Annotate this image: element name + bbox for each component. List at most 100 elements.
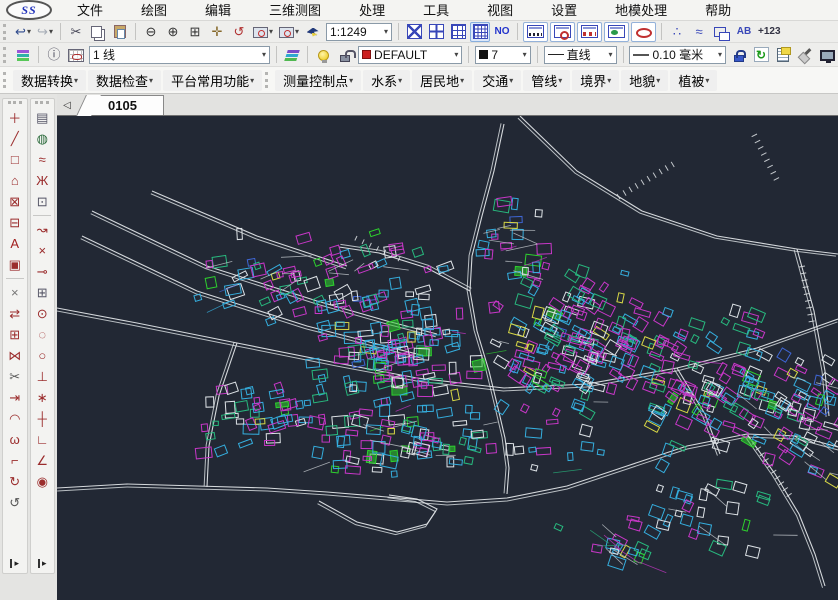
menu-terrain-model[interactable]: 地模处理 xyxy=(596,0,686,20)
category-data-check-button[interactable]: 数据检查▾ xyxy=(88,70,161,91)
tool-dimension-button[interactable]: ⊟ xyxy=(4,212,26,233)
tool-extend-button[interactable]: ⇥ xyxy=(4,387,26,408)
tool-draw-line-button[interactable]: ╱ xyxy=(4,128,26,149)
chevron-down-icon[interactable]: ▾ xyxy=(349,76,353,85)
no-toggle-button[interactable]: NO xyxy=(492,22,512,42)
pen-combo[interactable]: 7▾ xyxy=(475,46,530,64)
tool-edit-polyline-button[interactable]: ⊸ xyxy=(31,261,53,282)
chevron-down-icon[interactable]: ▾ xyxy=(381,27,388,36)
object-info-button[interactable]: ⓘ xyxy=(44,45,64,65)
tool-draw-arc-button[interactable]: ◠ xyxy=(4,408,26,429)
panel-ring-button[interactable] xyxy=(631,22,656,42)
panel-target-button[interactable] xyxy=(550,22,575,42)
menu-tools[interactable]: 工具 xyxy=(404,0,468,20)
chevron-down-icon[interactable]: ▾ xyxy=(656,76,660,85)
tool-copy-object-button[interactable]: ⊞ xyxy=(4,324,26,345)
tool-draw-point-button[interactable]: ＋ xyxy=(4,107,26,128)
category-data-conversion-button[interactable]: 数据转换▾ xyxy=(13,70,86,91)
layer-visibility-button[interactable] xyxy=(313,45,333,65)
regen-button[interactable]: ↻ xyxy=(751,45,771,65)
category-control-points-button[interactable]: 测量控制点▾ xyxy=(275,70,361,91)
orbit-button[interactable]: ↺ xyxy=(229,22,249,42)
cut-button[interactable]: ✂ xyxy=(66,22,86,42)
toolbar-overflow-button[interactable]: ▸ xyxy=(5,557,25,570)
toolbar-grip[interactable] xyxy=(3,72,8,88)
menu-process[interactable]: 处理 xyxy=(340,0,404,20)
tool-trim-button[interactable]: ✂ xyxy=(4,366,26,387)
scale-combo[interactable]: 1:1249▾ xyxy=(326,23,392,41)
view-previous-button[interactable]: ▾ xyxy=(251,22,275,42)
tool-mirror-button[interactable]: ⋈ xyxy=(4,345,26,366)
grid-coarse-button[interactable] xyxy=(448,22,468,42)
menu-edit[interactable]: 编辑 xyxy=(186,0,250,20)
chevron-down-icon[interactable]: ▾ xyxy=(520,50,527,59)
tool-coordinate-axis-button[interactable]: ∟ xyxy=(31,429,53,450)
copy-button[interactable] xyxy=(88,22,108,42)
chevron-down-icon[interactable]: ▾ xyxy=(398,76,402,85)
chevron-down-icon[interactable]: ▾ xyxy=(451,50,458,59)
redo-button[interactable]: ↪▾ xyxy=(35,22,55,42)
chevron-down-icon[interactable]: ▾ xyxy=(250,76,254,85)
chevron-down-icon[interactable]: ▾ xyxy=(259,50,266,59)
menu-view[interactable]: 视图 xyxy=(468,0,532,20)
tool-draw-polygon-button[interactable]: ⌂ xyxy=(4,170,26,191)
chevron-down-icon[interactable]: ▾ xyxy=(509,76,513,85)
toolbar-overflow-button[interactable]: ▸ xyxy=(32,557,52,570)
zoom-center-button[interactable] xyxy=(426,22,446,42)
tab-scroll-left-button[interactable]: ◁ xyxy=(59,96,75,114)
category-boundaries-button[interactable]: 境界▾ xyxy=(572,70,619,91)
tool-batch-symbols-button[interactable]: Ж xyxy=(31,170,53,191)
toolbar-grip[interactable] xyxy=(265,72,270,88)
category-vegetation-button[interactable]: 植被▾ xyxy=(670,70,717,91)
zoom-out-button[interactable]: ⊖ xyxy=(141,22,161,42)
menu-mapping-3d[interactable]: 三维测图 xyxy=(250,0,340,20)
tool-draw-text-button[interactable]: A xyxy=(4,233,26,254)
layer-lock-button[interactable] xyxy=(335,45,355,65)
tool-draw-rectangle-button[interactable]: □ xyxy=(4,149,26,170)
display-lock-button[interactable] xyxy=(729,45,749,65)
chevron-down-icon[interactable]: ▾ xyxy=(269,27,273,36)
tool-move-object-button[interactable]: ⇄ xyxy=(4,303,26,324)
chevron-down-icon[interactable]: ▾ xyxy=(605,50,612,59)
tool-erase-button[interactable]: × xyxy=(4,282,26,303)
pan-button[interactable]: ✛ xyxy=(207,22,227,42)
tool-angle-annotate-button[interactable]: ∠ xyxy=(31,450,53,471)
chevron-down-icon[interactable]: ▾ xyxy=(715,50,722,59)
category-pipelines-button[interactable]: 管线▾ xyxy=(523,70,570,91)
tool-sheet-manager-button[interactable]: ▤ xyxy=(31,107,53,128)
number-display-button[interactable]: +123 xyxy=(756,22,783,42)
menu-help[interactable]: 帮助 xyxy=(686,0,750,20)
zoom-in-button[interactable]: ⊕ xyxy=(163,22,183,42)
tool-star-point-button[interactable]: ∗ xyxy=(31,387,53,408)
layer-new-button[interactable] xyxy=(13,45,33,65)
block-display-button[interactable] xyxy=(711,22,732,42)
tool-lasso-select-button[interactable]: ○ xyxy=(31,345,53,366)
chevron-down-icon[interactable]: ▾ xyxy=(149,76,153,85)
edit-note-button[interactable] xyxy=(773,45,793,65)
tool-break-object-button[interactable]: ⌐ xyxy=(4,450,26,471)
tool-text-style-button[interactable]: ▣ xyxy=(4,254,26,275)
category-hydrology-button[interactable]: 水系▾ xyxy=(363,70,410,91)
tool-fillet-button[interactable]: ↻ xyxy=(4,471,26,492)
tool-compass-symbol-button[interactable]: ◉ xyxy=(31,471,53,492)
menu-draw[interactable]: 绘图 xyxy=(122,0,186,20)
chevron-down-icon[interactable]: ▾ xyxy=(49,27,53,36)
display-settings-button[interactable] xyxy=(817,45,837,65)
category-landform-button[interactable]: 地貌▾ xyxy=(621,70,668,91)
chevron-down-icon[interactable]: ▾ xyxy=(27,27,31,36)
color-combo[interactable]: DEFAULT▾ xyxy=(358,46,462,64)
tool-node-edit-button[interactable]: ↝ xyxy=(31,219,53,240)
tool-cross-target-button[interactable]: ┼ xyxy=(31,408,53,429)
tool-break-point-button[interactable]: × xyxy=(31,240,53,261)
layer-stack-button[interactable] xyxy=(282,45,302,65)
zoom-extents-button[interactable] xyxy=(404,22,424,42)
toolbar-grip[interactable] xyxy=(3,24,8,40)
zoom-window-button[interactable]: ⊞ xyxy=(185,22,205,42)
chevron-down-icon[interactable]: ▾ xyxy=(705,76,709,85)
chevron-down-icon[interactable]: ▾ xyxy=(295,27,299,36)
tool-freehand-draw-button[interactable]: ≈ xyxy=(31,149,53,170)
chevron-down-icon[interactable]: ▾ xyxy=(558,76,562,85)
linetype-combo[interactable]: 直线▾ xyxy=(544,46,617,64)
clean-drawing-button[interactable] xyxy=(795,45,815,65)
chevron-down-icon[interactable]: ▾ xyxy=(607,76,611,85)
